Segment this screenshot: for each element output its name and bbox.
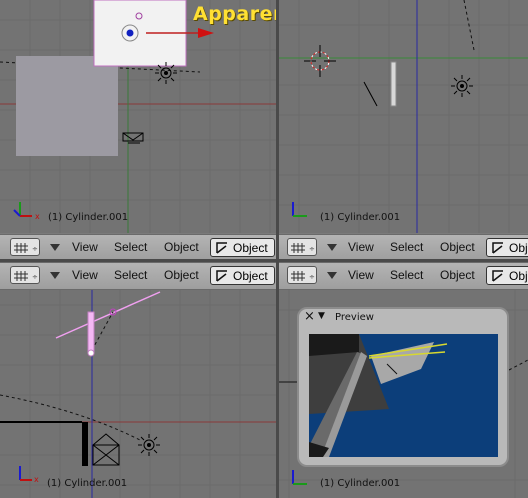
mode-selector[interactable]: Object: [210, 238, 275, 257]
viewport-header: ÷ View Select Object Object: [0, 262, 276, 290]
editor-type-button[interactable]: ÷: [10, 266, 40, 284]
preview-title: Preview: [335, 312, 374, 323]
editor-type-button[interactable]: ÷: [287, 238, 317, 256]
collapse-menu-icon[interactable]: [50, 272, 60, 279]
viewport-top-left[interactable]: x (1) Cylinder.001 Apparent Dual Sun sou…: [0, 0, 276, 233]
mode-selector[interactable]: Obj: [486, 238, 528, 257]
viewport-scene: x: [0, 0, 276, 233]
viewport-header: ÷ View Select Object Obj: [279, 234, 528, 262]
object-mode-icon: [216, 270, 227, 282]
menu-object[interactable]: Object: [440, 240, 475, 254]
menu-object[interactable]: Object: [164, 240, 199, 254]
object-mode-icon: [492, 270, 503, 282]
cylinder-object: [87, 311, 95, 353]
editor-type-button[interactable]: ÷: [10, 238, 40, 256]
3d-cursor-icon: [304, 45, 336, 77]
collapse-menu-icon[interactable]: [327, 272, 337, 279]
menu-view[interactable]: View: [348, 240, 374, 254]
axis-gizmo-icon: [292, 470, 307, 485]
svg-text:÷: ÷: [309, 245, 315, 253]
viewport-info: (1) Cylinder.001: [320, 478, 401, 489]
menu-select[interactable]: Select: [114, 268, 147, 282]
viewport-scene: [279, 0, 528, 233]
menu-object[interactable]: Object: [440, 268, 475, 282]
viewport-header: ÷ View Select Object Object: [0, 234, 276, 262]
menu-view[interactable]: View: [348, 268, 374, 282]
svg-text:x: x: [35, 212, 40, 221]
preview-panel[interactable]: × ▼ Preview: [297, 307, 509, 467]
overlay-title: Apparent Dual Sun source!: [193, 3, 276, 25]
sun-lamp-icon: [138, 434, 160, 456]
panel-menu-icon[interactable]: ▼: [318, 311, 325, 321]
viewport-info: (1) Cylinder.001: [47, 478, 128, 489]
menu-view[interactable]: View: [72, 240, 98, 254]
menu-select[interactable]: Select: [114, 240, 147, 254]
viewport-bottom-left[interactable]: x (1) Cylinder.001: [0, 290, 276, 498]
svg-text:x: x: [34, 475, 39, 484]
viewport-top-right[interactable]: (1) Cylinder.001: [279, 0, 528, 233]
camera-icon: [122, 132, 144, 144]
menu-select[interactable]: Select: [390, 268, 423, 282]
mode-label: Object: [233, 269, 268, 283]
mode-selector[interactable]: Object: [210, 266, 275, 285]
editor-type-button[interactable]: ÷: [287, 266, 317, 284]
render-preview: [309, 334, 498, 457]
sun-lamp-icon: [155, 62, 177, 84]
menu-view[interactable]: View: [72, 268, 98, 282]
menu-select[interactable]: Select: [390, 240, 423, 254]
viewport-scene: x: [0, 290, 276, 498]
preview-scene: [309, 334, 498, 457]
object-mode-icon: [492, 242, 503, 254]
plane-object: [16, 56, 118, 156]
mode-label: Obj: [509, 241, 528, 255]
collapse-menu-icon[interactable]: [327, 244, 337, 251]
menu-object[interactable]: Object: [164, 268, 199, 282]
svg-text:÷: ÷: [309, 273, 315, 281]
mode-selector[interactable]: Obj: [486, 266, 528, 285]
axis-gizmo-icon: x: [13, 202, 40, 221]
viewport-divider[interactable]: [276, 0, 279, 498]
axis-gizmo-icon: [292, 202, 307, 217]
collapse-menu-icon[interactable]: [50, 244, 60, 251]
svg-text:÷: ÷: [32, 273, 38, 281]
camera-icon: [92, 433, 120, 466]
sun-lamp-icon: [451, 75, 473, 97]
viewport-header: ÷ View Select Object Obj: [279, 262, 528, 290]
cylinder-object: [390, 61, 397, 107]
viewport-info: (1) Cylinder.001: [48, 212, 129, 223]
svg-text:÷: ÷: [32, 245, 38, 253]
viewport-info: (1) Cylinder.001: [320, 212, 401, 223]
object-mode-icon: [216, 242, 227, 254]
close-icon[interactable]: ×: [304, 309, 315, 324]
mode-label: Object: [233, 241, 268, 255]
mode-label: Obj: [509, 269, 528, 283]
